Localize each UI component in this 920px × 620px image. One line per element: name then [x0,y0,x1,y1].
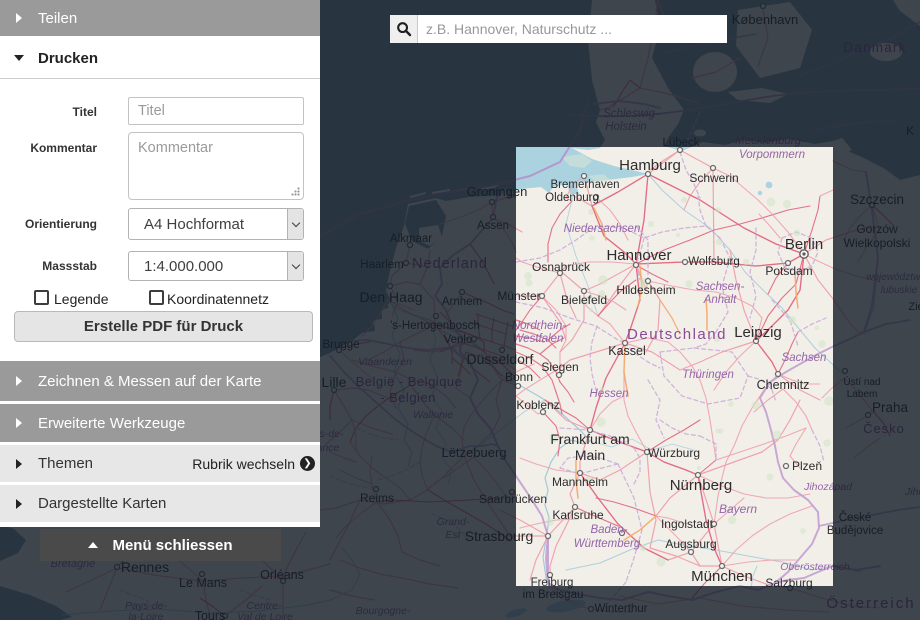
svg-text:Tours: Tours [195,609,226,620]
svg-text:Grand-: Grand- [437,516,470,528]
svg-text:Le Mans: Le Mans [179,576,227,590]
svg-text:Budějovice: Budějovice [827,525,883,537]
svg-text:Wallonie: Wallonie [413,409,453,421]
svg-text:województwo: województwo [866,272,920,283]
svg-text:Reims: Reims [360,491,394,505]
svg-text:K: K [906,124,914,138]
svg-text:- Belgien: - Belgien [380,390,436,405]
svg-text:Bourgogne-: Bourgogne- [356,605,411,617]
svg-text:Jiho: Jiho [904,486,920,498]
svg-text:Praha: Praha [872,400,909,415]
svg-text:'s-Hertogenbosch: 's-Hertogenbosch [390,320,480,332]
svg-text:Assen: Assen [477,220,509,232]
svg-text:Alkmaar: Alkmaar [390,233,432,245]
svg-text:Wielkopolski: Wielkopolski [844,236,911,250]
svg-text:Den Haag: Den Haag [359,289,422,305]
svg-text:België - Belgique: België - Belgique [356,374,463,389]
svg-text:la-Loire: la-Loire [128,611,163,620]
svg-text:ts-de-: ts-de- [317,428,344,440]
svg-text:Labem: Labem [847,389,878,400]
svg-text:Schleswig-: Schleswig- [603,108,659,120]
svg-text:Gorzów: Gorzów [856,222,898,236]
svg-text:im Breisgau: im Breisgau [523,589,584,601]
svg-text:Val de Loire: Val de Loire [237,611,293,620]
svg-text:Szczecin: Szczecin [850,192,904,207]
svg-text:Brugge: Brugge [322,339,359,351]
svg-text:lubuskie: lubuskie [881,285,918,296]
svg-text:Zie: Zie [908,301,920,313]
svg-text:Venlo: Venlo [444,334,473,346]
svg-text:České: České [839,511,872,524]
svg-text:Est: Est [445,529,461,541]
svg-text:Nederland: Nederland [412,256,488,272]
svg-text:Orléans: Orléans [260,568,304,582]
svg-text:Lëtzebuerg: Lëtzebuerg [441,445,506,460]
svg-text:Danmark: Danmark [843,40,906,55]
svg-text:Vlaanderen: Vlaanderen [358,356,412,368]
svg-text:Česko: Česko [863,421,905,436]
svg-text:Österreich: Österreich [826,594,915,612]
svg-text:Rennes: Rennes [121,559,169,575]
svg-text:Holstein: Holstein [605,121,647,133]
svg-text:København: København [732,12,799,27]
svg-text:Lille: Lille [322,374,347,390]
svg-text:Haarlem: Haarlem [360,259,403,271]
svg-text:ance: ance [317,442,340,454]
svg-text:Arnhem: Arnhem [442,296,482,308]
svg-text:Mecklenburg-: Mecklenburg- [735,135,805,147]
svg-text:Ústí nad: Ústí nad [843,375,880,388]
svg-text:Winterthur: Winterthur [594,603,647,615]
